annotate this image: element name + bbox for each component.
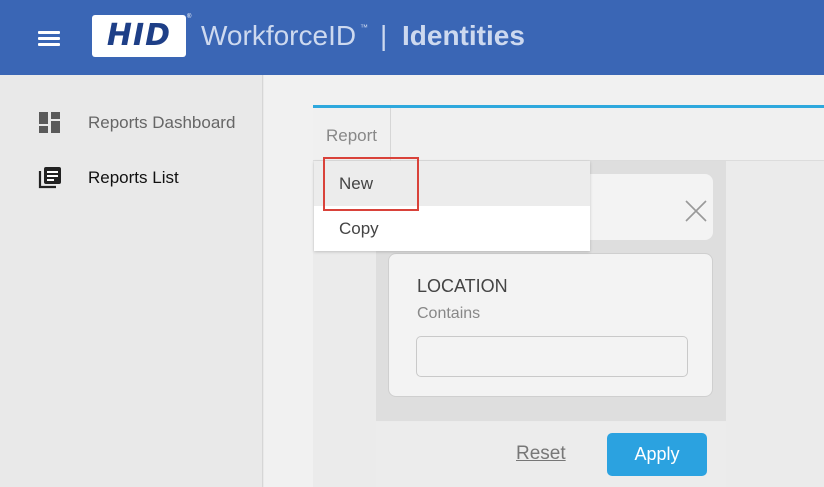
menu-icon[interactable] xyxy=(38,30,60,46)
location-filter-title: LOCATION xyxy=(417,276,508,296)
main-content: Report LOCATION Contains Reset Apply xyxy=(264,75,824,487)
apply-button[interactable]: Apply xyxy=(607,433,707,476)
trademark-mark: ™ xyxy=(360,23,368,32)
section-title: Identities xyxy=(402,20,525,51)
reset-link[interactable]: Reset xyxy=(516,443,566,465)
close-icon[interactable] xyxy=(684,199,708,223)
sidebar-item-reports-dashboard[interactable]: Reports Dashboard xyxy=(0,102,262,142)
list-icon xyxy=(38,167,61,189)
app-header: HID ® WorkforceID ™ | Identities xyxy=(0,0,824,75)
location-filter-operator: Contains xyxy=(417,305,481,322)
report-dropdown-menu: New Copy xyxy=(314,161,590,251)
location-filter-input[interactable] xyxy=(416,336,688,377)
toolbar-divider xyxy=(390,108,391,161)
registered-mark: ® xyxy=(187,14,192,20)
filter-actions: Reset Apply xyxy=(376,422,726,487)
report-menu-button[interactable]: Report xyxy=(326,126,377,146)
app-name: WorkforceID xyxy=(201,20,357,51)
hid-logo: HID xyxy=(92,15,186,57)
dashboard-icon xyxy=(39,112,60,133)
location-filter-card: LOCATION Contains xyxy=(388,253,713,397)
sidebar-item-label: Reports Dashboard xyxy=(88,113,236,132)
menu-item-copy[interactable]: Copy xyxy=(314,206,590,251)
report-toolbar: Report xyxy=(313,108,824,161)
menu-item-label: Copy xyxy=(339,219,379,238)
sidebar-item-reports-list[interactable]: Reports List xyxy=(0,157,262,197)
header-separator: | xyxy=(380,20,388,51)
sidebar: Reports Dashboard Reports List xyxy=(0,75,263,487)
sidebar-item-label: Reports List xyxy=(88,168,179,187)
menu-item-label: New xyxy=(339,174,374,193)
menu-item-new[interactable]: New xyxy=(314,161,590,206)
